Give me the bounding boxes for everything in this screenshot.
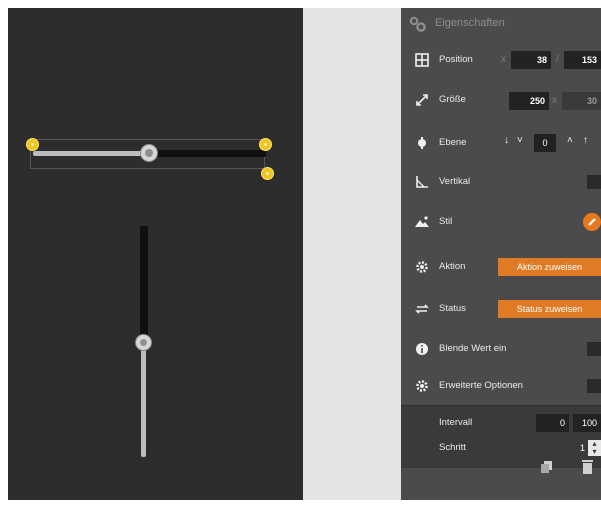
- resize-handle-top-left[interactable]: [26, 138, 39, 151]
- style-row: Stil: [401, 211, 601, 233]
- gear-icon: [416, 261, 428, 273]
- size-label: Größe: [439, 94, 466, 105]
- layer-label: Ebene: [439, 137, 467, 148]
- layer-up-icon[interactable]: ˄: [567, 135, 573, 146]
- action-label: Aktion: [439, 261, 466, 272]
- layer-input[interactable]: 0: [534, 134, 556, 152]
- layer-row: Ebene ↓ ˅ 0 ˄ ↑: [401, 132, 601, 154]
- vertical-label: Vertikal: [439, 176, 471, 187]
- design-canvas[interactable]: [8, 8, 303, 500]
- size-row: Größe 250 x 30: [401, 89, 601, 111]
- interval-min-input[interactable]: 0: [536, 414, 569, 432]
- action-row: Aktion Aktion zuweisen: [401, 256, 601, 278]
- properties-panel: Eigenschaften Position x 38 / 153 Größe …: [401, 8, 601, 500]
- trash-icon[interactable]: [581, 459, 594, 474]
- position-y-input[interactable]: 153: [564, 51, 601, 69]
- layer-down-icon[interactable]: ˅: [517, 135, 523, 146]
- gears-icon: [409, 16, 426, 32]
- horizontal-slider-fill: [33, 151, 149, 156]
- step-input[interactable]: 1: [573, 439, 589, 457]
- step-spinner[interactable]: ▴ ▾: [588, 440, 601, 456]
- layer-bottom-icon[interactable]: ↓: [504, 135, 509, 146]
- resize-handle-bottom-right[interactable]: [261, 167, 274, 180]
- vertical-slider-knob[interactable]: [135, 334, 152, 351]
- interval-label: Intervall: [439, 417, 473, 428]
- vertical-slider-fill: [141, 342, 146, 457]
- horizontal-slider-knob[interactable]: [140, 144, 158, 162]
- position-row: Position x 38 / 153: [401, 49, 601, 71]
- advanced-section: Intervall 0 100 Schritt 1 ▴ ▾: [401, 405, 601, 468]
- step-row: Schritt 1 ▴ ▾: [401, 437, 601, 459]
- refresh-icon: [415, 304, 429, 314]
- advanced-checkbox[interactable]: [587, 379, 601, 393]
- size-height-input[interactable]: 30: [562, 92, 601, 110]
- panel-header: Eigenschaften: [401, 8, 601, 36]
- status-row: Status Status zuweisen: [401, 298, 601, 320]
- resize-icon: [416, 94, 428, 106]
- style-edit-button[interactable]: [583, 213, 601, 231]
- assign-status-button[interactable]: Status zuweisen: [498, 300, 601, 318]
- layer-top-icon[interactable]: ↑: [583, 135, 588, 146]
- interval-max-input[interactable]: 100: [573, 414, 601, 432]
- horizontal-slider-track[interactable]: [148, 150, 266, 157]
- angle-icon: [416, 176, 428, 188]
- size-width-input[interactable]: 250: [509, 92, 549, 110]
- info-icon: [416, 343, 428, 355]
- copy-icon[interactable]: [540, 460, 554, 474]
- advanced-label: Erweiterte Optionen: [439, 380, 523, 391]
- interval-row: Intervall 0 100: [401, 412, 601, 434]
- advanced-row: Erweiterte Optionen: [401, 375, 601, 397]
- assign-action-button[interactable]: Aktion zuweisen: [498, 258, 601, 276]
- show-value-checkbox[interactable]: [587, 342, 601, 356]
- canvas-margin: [303, 8, 401, 500]
- position-x-separator: x: [501, 54, 506, 65]
- vertical-row: Vertikal: [401, 171, 601, 193]
- move-icon: [415, 53, 429, 67]
- show-value-label: Blende Wert ein: [439, 343, 507, 354]
- status-label: Status: [439, 303, 466, 314]
- panel-title: Eigenschaften: [435, 17, 505, 29]
- step-label: Schritt: [439, 442, 466, 453]
- vertical-checkbox[interactable]: [587, 175, 601, 189]
- vertical-slider-track[interactable]: [140, 226, 148, 342]
- resize-handle-top-right[interactable]: [259, 138, 272, 151]
- show-value-row: Blende Wert ein: [401, 338, 601, 360]
- style-label: Stil: [439, 216, 453, 227]
- size-separator: x: [552, 95, 557, 106]
- gear-icon: [416, 380, 428, 392]
- pencil-icon: [588, 218, 596, 226]
- paint-icon: [415, 216, 429, 227]
- position-x-input[interactable]: 38: [511, 51, 551, 69]
- position-label: Position: [439, 54, 473, 65]
- position-y-separator: /: [556, 54, 559, 65]
- layers-icon: [418, 137, 426, 149]
